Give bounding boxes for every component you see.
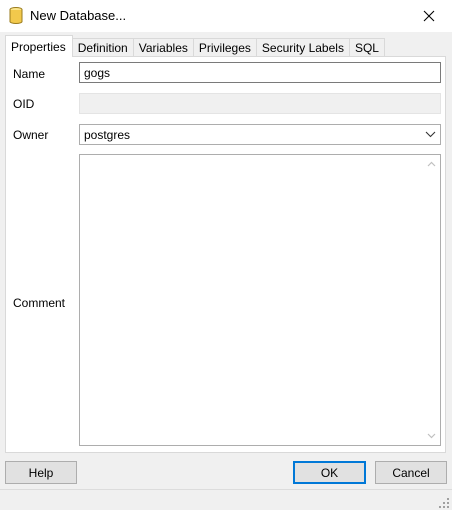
comment-textarea[interactable] — [79, 154, 441, 446]
tab-label: Properties — [11, 39, 66, 54]
tab-definition[interactable]: Definition — [71, 38, 134, 57]
close-icon[interactable] — [423, 10, 435, 22]
owner-select[interactable]: postgres — [79, 124, 441, 145]
tab-variables[interactable]: Variables — [132, 38, 194, 57]
resize-grip-icon[interactable] — [439, 498, 449, 508]
tab-label: Security Labels — [261, 41, 344, 55]
tab-label: Variables — [138, 41, 188, 55]
close-button[interactable] — [406, 0, 452, 31]
owner-selected-value: postgres — [84, 127, 131, 142]
tab-privileges[interactable]: Privileges — [192, 38, 257, 57]
help-button[interactable]: Help — [5, 461, 77, 484]
oid-field — [79, 93, 441, 114]
database-icon — [9, 7, 23, 24]
tab-label: SQL — [354, 41, 379, 55]
comment-scrollbar[interactable] — [423, 155, 440, 445]
tab-sql[interactable]: SQL — [348, 38, 385, 57]
tab-properties[interactable]: Properties — [5, 35, 73, 57]
cancel-button[interactable]: Cancel — [375, 461, 447, 484]
oid-label: OID — [13, 97, 35, 111]
name-label: Name — [13, 67, 46, 81]
name-field[interactable] — [79, 62, 441, 83]
ok-button[interactable]: OK — [293, 461, 366, 484]
tab-label: Privileges — [198, 41, 251, 55]
status-bar — [0, 489, 452, 510]
new-database-dialog: New Database... Properties Definition Va… — [0, 0, 452, 510]
comment-label: Comment — [13, 296, 66, 310]
scroll-up-arrow-icon[interactable] — [427, 161, 436, 167]
owner-label: Owner — [13, 128, 49, 142]
chevron-down-icon — [425, 131, 436, 138]
scroll-down-arrow-icon[interactable] — [427, 433, 436, 439]
tab-bar: Properties Definition Variables Privileg… — [5, 35, 385, 57]
properties-panel: Name OID Owner postgres Comment — [5, 56, 446, 453]
title-bar[interactable]: New Database... — [0, 0, 452, 32]
tab-label: Definition — [77, 41, 128, 55]
tab-security-labels[interactable]: Security Labels — [255, 38, 350, 57]
window-title: New Database... — [30, 8, 127, 23]
